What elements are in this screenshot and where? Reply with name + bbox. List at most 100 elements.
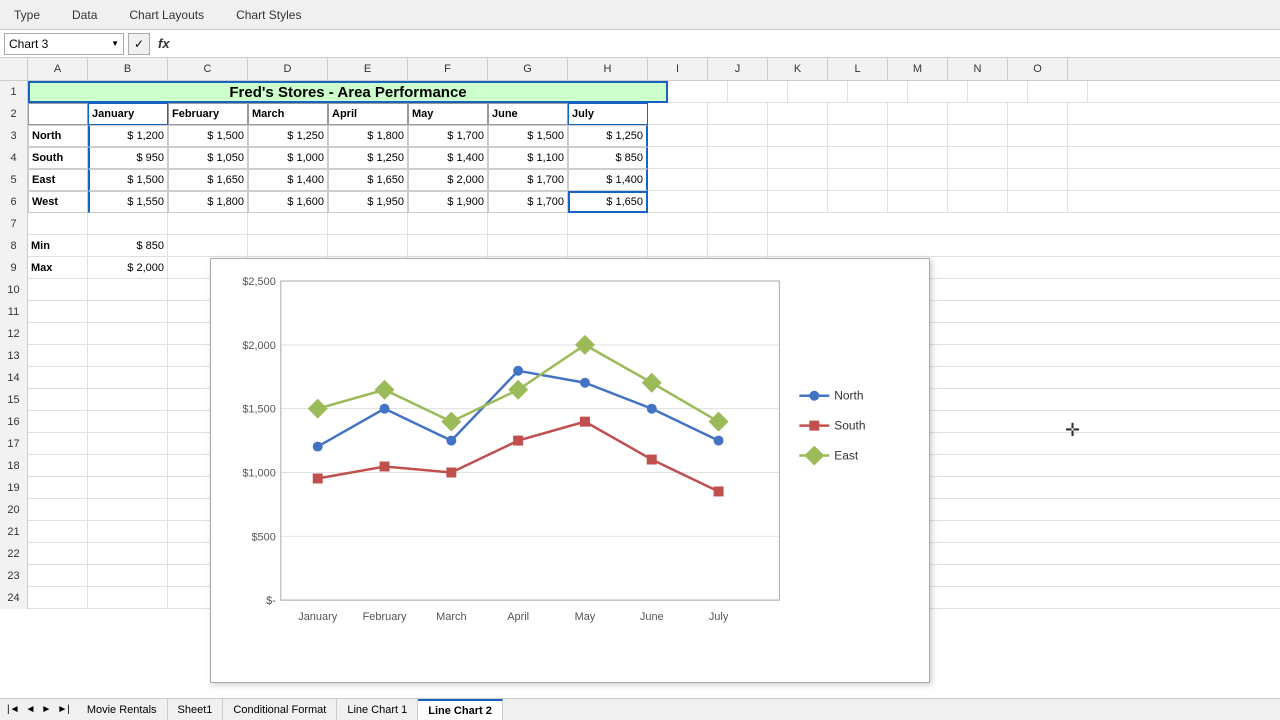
tab-nav-last[interactable]: ►| [54,704,73,715]
col-header-j[interactable]: J [708,58,768,80]
cell-h8[interactable] [568,235,648,257]
cell-k3[interactable] [768,125,828,147]
cell-g7[interactable] [488,213,568,235]
cell-k6[interactable] [768,191,828,213]
cell-l3[interactable] [828,125,888,147]
cell-g5[interactable]: $ 1,700 [488,169,568,191]
cell-b24[interactable] [88,587,168,609]
cell-c8[interactable] [168,235,248,257]
cell-n4[interactable] [948,147,1008,169]
cell-l5[interactable] [828,169,888,191]
cell-a11[interactable] [28,301,88,323]
cell-n5[interactable] [948,169,1008,191]
cell-o6[interactable] [1008,191,1068,213]
name-box[interactable]: Chart 3 ▼ [4,33,124,55]
cell-m2[interactable] [888,103,948,125]
formula-input[interactable] [178,33,1276,55]
cell-l6[interactable] [828,191,888,213]
cell-g8[interactable] [488,235,568,257]
cell-j2[interactable] [708,103,768,125]
cell-b5[interactable]: $ 1,500 [88,169,168,191]
cell-n3[interactable] [948,125,1008,147]
cell-h2[interactable]: July [568,103,648,125]
cell-g4[interactable]: $ 1,100 [488,147,568,169]
col-header-m[interactable]: M [888,58,948,80]
col-header-l[interactable]: L [828,58,888,80]
cell-o3[interactable] [1008,125,1068,147]
cell-h3[interactable]: $ 1,250 [568,125,648,147]
tab-line-chart-1[interactable]: Line Chart 1 [337,699,418,720]
cell-b7[interactable] [88,213,168,235]
cell-a13[interactable] [28,345,88,367]
cell-e6[interactable]: $ 1,950 [328,191,408,213]
cell-a3[interactable]: North [28,125,88,147]
cell-b4[interactable]: $ 950 [88,147,168,169]
cell-m1[interactable] [908,81,968,103]
cell-a12[interactable] [28,323,88,345]
cell-o1[interactable] [1028,81,1088,103]
cell-i4[interactable] [648,147,708,169]
cell-a5[interactable]: East [28,169,88,191]
cell-a14[interactable] [28,367,88,389]
cell-g3[interactable]: $ 1,500 [488,125,568,147]
formula-bar-checkmark[interactable]: ✓ [128,33,150,55]
col-header-a[interactable]: A [28,58,88,80]
cell-l2[interactable] [828,103,888,125]
cell-k5[interactable] [768,169,828,191]
cell-g2[interactable]: June [488,103,568,125]
cell-j5[interactable] [708,169,768,191]
cell-i1[interactable] [668,81,728,103]
cell-a7[interactable] [28,213,88,235]
cell-b17[interactable] [88,433,168,455]
toolbar-chart-styles[interactable]: Chart Styles [230,8,307,22]
cell-b2[interactable]: January [88,103,168,125]
cell-a20[interactable] [28,499,88,521]
cell-a2[interactable] [28,103,88,125]
cell-a19[interactable] [28,477,88,499]
cell-o4[interactable] [1008,147,1068,169]
tab-nav-prev[interactable]: ◄ [23,704,39,715]
cell-i3[interactable] [648,125,708,147]
cell-c6[interactable]: $ 1,800 [168,191,248,213]
cell-b12[interactable] [88,323,168,345]
col-header-k[interactable]: K [768,58,828,80]
cell-c3[interactable]: $ 1,500 [168,125,248,147]
cell-j1[interactable] [728,81,788,103]
cell-e4[interactable]: $ 1,250 [328,147,408,169]
cell-g6[interactable]: $ 1,700 [488,191,568,213]
cell-a24[interactable] [28,587,88,609]
col-header-f[interactable]: F [408,58,488,80]
cell-i6[interactable] [648,191,708,213]
cell-b10[interactable] [88,279,168,301]
cell-d2[interactable]: March [248,103,328,125]
col-header-i[interactable]: I [648,58,708,80]
cell-i5[interactable] [648,169,708,191]
cell-a1-title[interactable]: Fred's Stores - Area Performance [28,81,668,103]
cell-f8[interactable] [408,235,488,257]
cell-b22[interactable] [88,543,168,565]
tab-conditional-format[interactable]: Conditional Format [223,699,337,720]
cell-e3[interactable]: $ 1,800 [328,125,408,147]
cell-m3[interactable] [888,125,948,147]
toolbar-type[interactable]: Type [8,8,46,22]
col-header-h[interactable]: H [568,58,648,80]
cell-b3[interactable]: $ 1,200 [88,125,168,147]
cell-e8[interactable] [328,235,408,257]
tab-line-chart-2[interactable]: Line Chart 2 [418,699,503,720]
cell-f7[interactable] [408,213,488,235]
cell-k1[interactable] [788,81,848,103]
cell-i2[interactable] [648,103,708,125]
cell-c5[interactable]: $ 1,650 [168,169,248,191]
cell-h7[interactable] [568,213,648,235]
cell-c4[interactable]: $ 1,050 [168,147,248,169]
cell-n6[interactable] [948,191,1008,213]
cell-f6[interactable]: $ 1,900 [408,191,488,213]
cell-m4[interactable] [888,147,948,169]
cell-h6[interactable]: $ 1,650 [568,191,648,213]
cell-a9[interactable]: Max [28,257,88,279]
col-header-b[interactable]: B [88,58,168,80]
cell-a23[interactable] [28,565,88,587]
toolbar-data[interactable]: Data [66,8,103,22]
cell-b13[interactable] [88,345,168,367]
cell-a6[interactable]: West [28,191,88,213]
